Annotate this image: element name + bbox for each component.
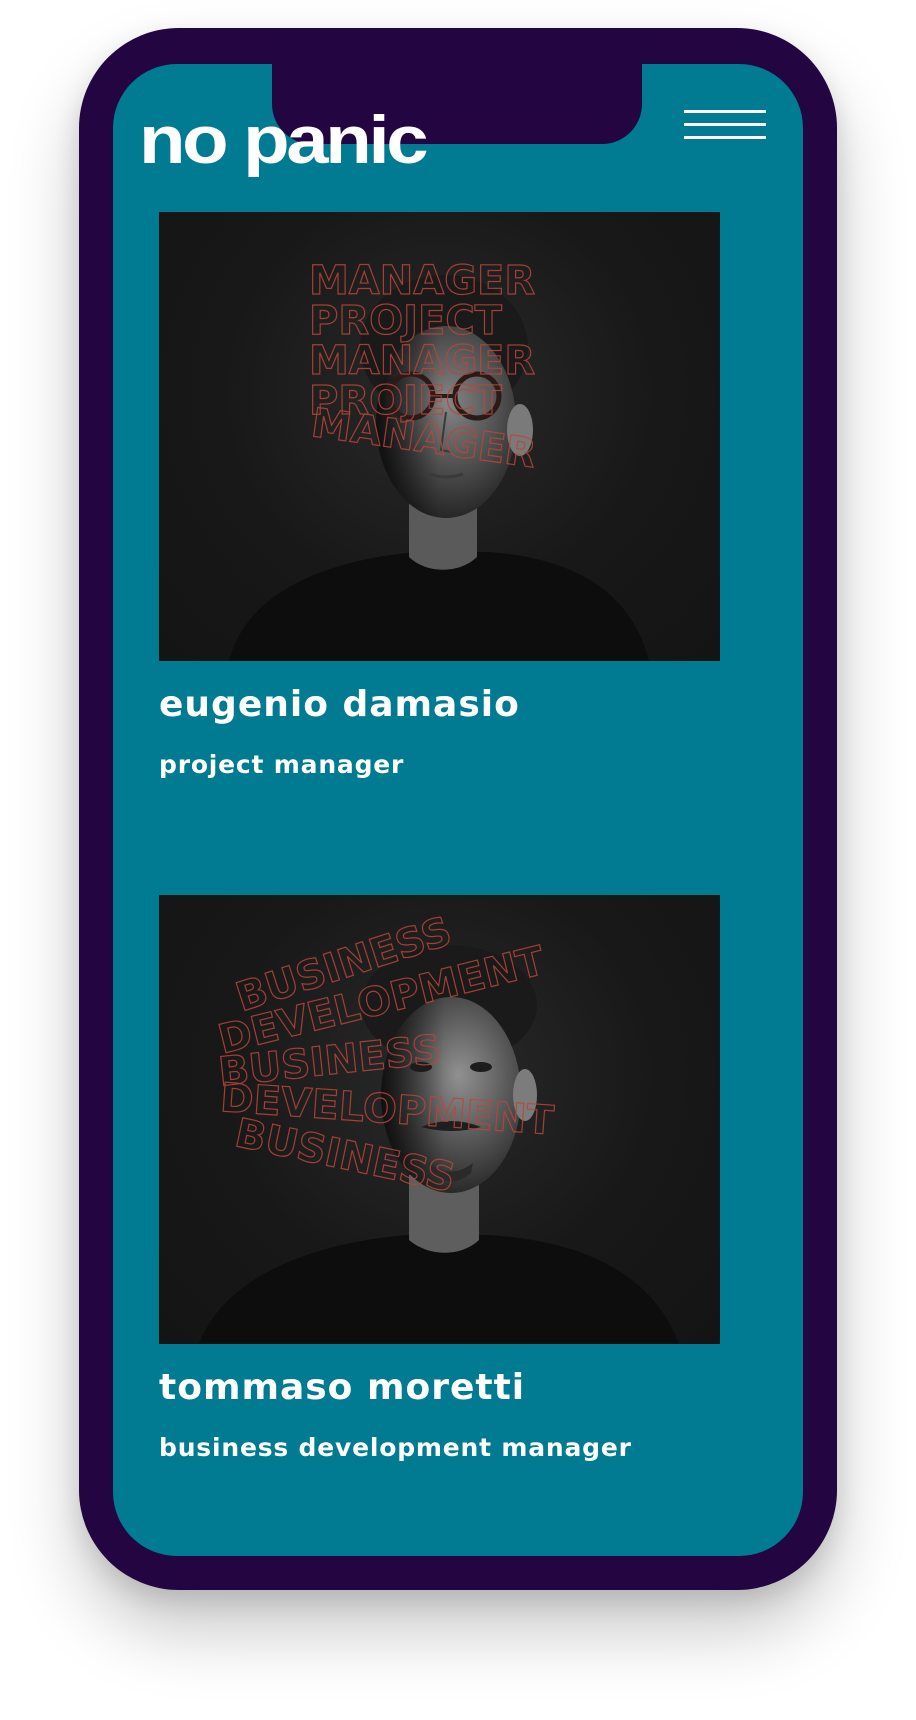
team-member-photo: MANAGER PROJECT MANAGER PROJECT MANAGER: [159, 212, 720, 661]
menu-line: [684, 110, 766, 113]
team-member-card[interactable]: MANAGER PROJECT MANAGER PROJECT MANAGER …: [159, 212, 720, 779]
hamburger-menu-button[interactable]: [684, 104, 768, 146]
team-member-name: tommaso moretti: [159, 1367, 526, 1408]
phone-frame: no panic MANAGER PROJECT MANAGER PROJECT…: [79, 28, 837, 1590]
team-member-name: eugenio damasio: [159, 684, 520, 725]
team-member-role: business development manager: [159, 1433, 632, 1462]
team-member-role: project manager: [159, 750, 405, 779]
portrait-illustration: MANAGER PROJECT MANAGER PROJECT MANAGER: [229, 257, 649, 661]
team-member-photo: BUSINESS DEVELOPMENT BUSINESS DEVELOPMEN…: [159, 895, 720, 1344]
team-member-card[interactable]: BUSINESS DEVELOPMENT BUSINESS DEVELOPMEN…: [159, 895, 720, 1462]
menu-line: [684, 136, 766, 139]
menu-line: [684, 123, 766, 126]
phone-screen: no panic MANAGER PROJECT MANAGER PROJECT…: [113, 64, 803, 1556]
brand-logo[interactable]: no panic: [139, 106, 429, 174]
portrait-illustration: BUSINESS DEVELOPMENT BUSINESS DEVELOPMEN…: [199, 908, 679, 1344]
